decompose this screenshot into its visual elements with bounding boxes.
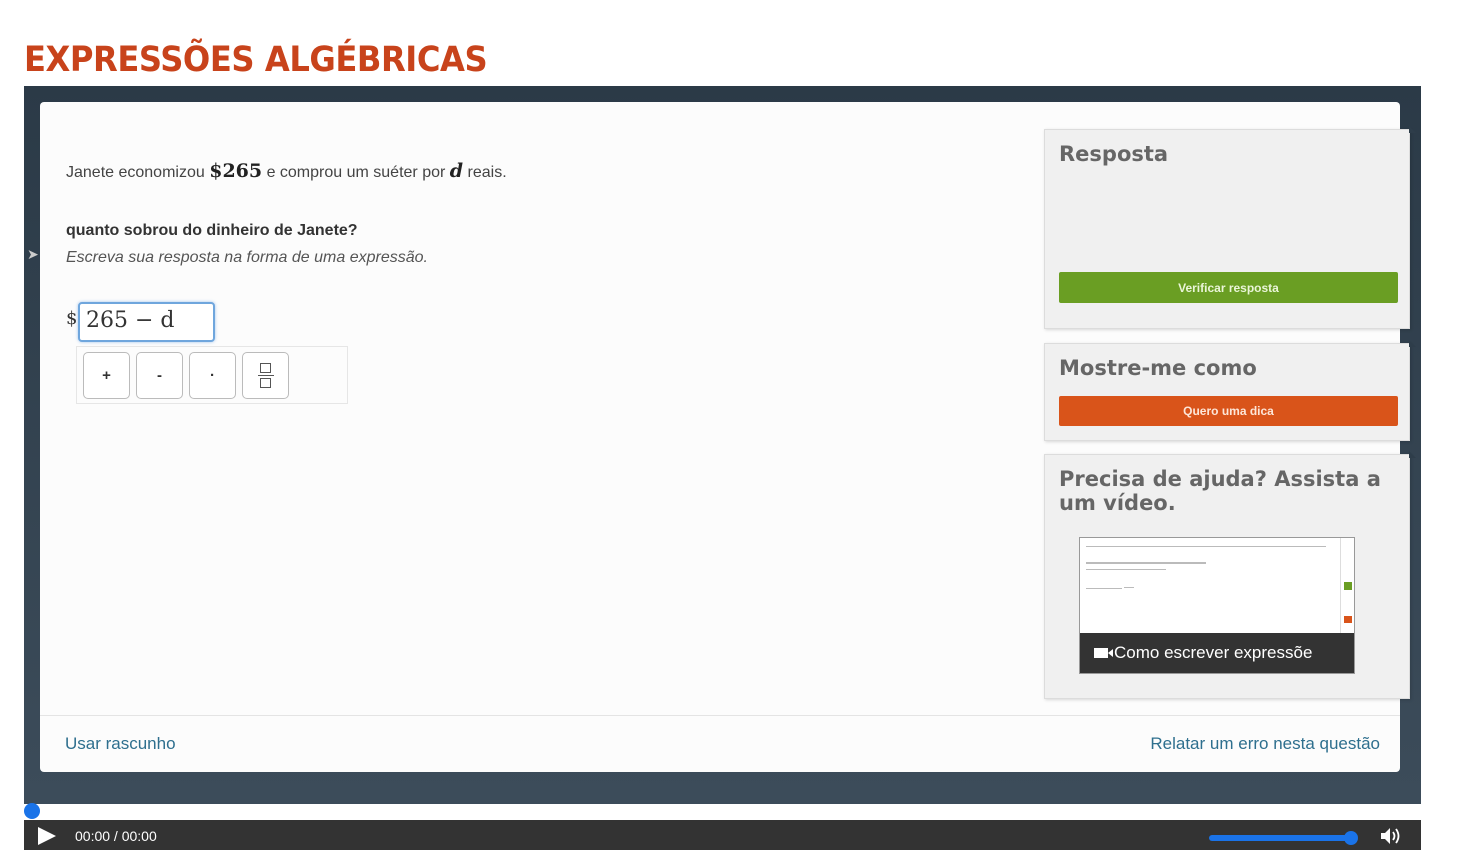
time-display: 00:00 / 00:00 [75, 828, 157, 844]
help-video-panel: Precisa de ajuda? Assista a um vídeo. Co… [1044, 451, 1416, 699]
answer-panel-title: Resposta [1059, 142, 1169, 166]
cursor-icon: ➤ [27, 246, 39, 262]
panel-corner-fold [1409, 126, 1416, 133]
exercise-card: Janete economizou $265 e comprou um suét… [40, 102, 1416, 772]
video-progress-bar[interactable] [24, 804, 1421, 820]
panel-corner-fold [1409, 451, 1416, 458]
minus-icon: - [157, 367, 162, 384]
play-icon[interactable] [38, 827, 56, 845]
answer-panel: Resposta Verificar resposta [1044, 126, 1416, 329]
fraction-key-button[interactable] [242, 352, 289, 399]
multiply-key-button[interactable]: · [189, 352, 236, 399]
check-answer-button[interactable]: Verificar resposta [1059, 272, 1398, 303]
progress-scrubber-handle[interactable] [24, 803, 40, 819]
volume-slider[interactable] [1209, 835, 1355, 841]
question-prompt: quanto sobrou do dinheiro de Janete? [66, 222, 358, 239]
video-frame[interactable]: ➤ Janete economizou $265 e comprou um su… [24, 86, 1421, 804]
question-amount: $265 [209, 160, 263, 182]
video-controls: 00:00 / 00:00 [24, 820, 1421, 850]
question-instruction: Escreva sua resposta na forma de uma exp… [66, 249, 428, 266]
speaker-icon[interactable] [1379, 826, 1403, 846]
plus-key-button[interactable]: + [83, 352, 130, 399]
fraction-icon [257, 363, 274, 388]
answer-prefix: $ [66, 308, 78, 329]
panel-corner-fold [1409, 340, 1416, 347]
help-video-thumbnail[interactable]: Como escrever expressõe [1079, 537, 1355, 674]
help-panel-title: Precisa de ajuda? Assista a um vídeo. [1059, 467, 1381, 516]
hint-panel: Mostre-me como Quero uma dica [1044, 340, 1416, 441]
question-intro-before: Janete economizou [66, 164, 205, 181]
answer-input[interactable]: 265 − d [78, 302, 215, 342]
question-variable: d [449, 160, 464, 182]
volume-slider-handle[interactable] [1344, 831, 1358, 845]
help-video-caption-bar: Como escrever expressõe [1080, 633, 1354, 673]
report-error-link[interactable]: Relatar um erro nesta questão [1150, 734, 1380, 754]
plus-icon: + [102, 367, 111, 384]
hint-button[interactable]: Quero uma dica [1059, 396, 1398, 426]
page-title: EXPRESSÕES ALGÉBRICAS [24, 40, 488, 80]
multiply-dot-icon: · [210, 367, 215, 384]
help-video-label: Como escrever expressõe [1114, 643, 1313, 662]
math-keypad: + - · [76, 346, 348, 404]
scratchpad-link[interactable]: Usar rascunho [65, 734, 176, 754]
question-statement: Janete economizou $265 e comprou um suét… [66, 160, 507, 182]
video-camera-icon [1094, 648, 1113, 658]
footer-divider [40, 715, 1400, 716]
question-intro-after: reais. [467, 164, 507, 181]
minus-key-button[interactable]: - [136, 352, 183, 399]
hint-panel-title: Mostre-me como [1059, 356, 1257, 380]
question-intro-middle: e comprou um suéter por [266, 164, 446, 181]
